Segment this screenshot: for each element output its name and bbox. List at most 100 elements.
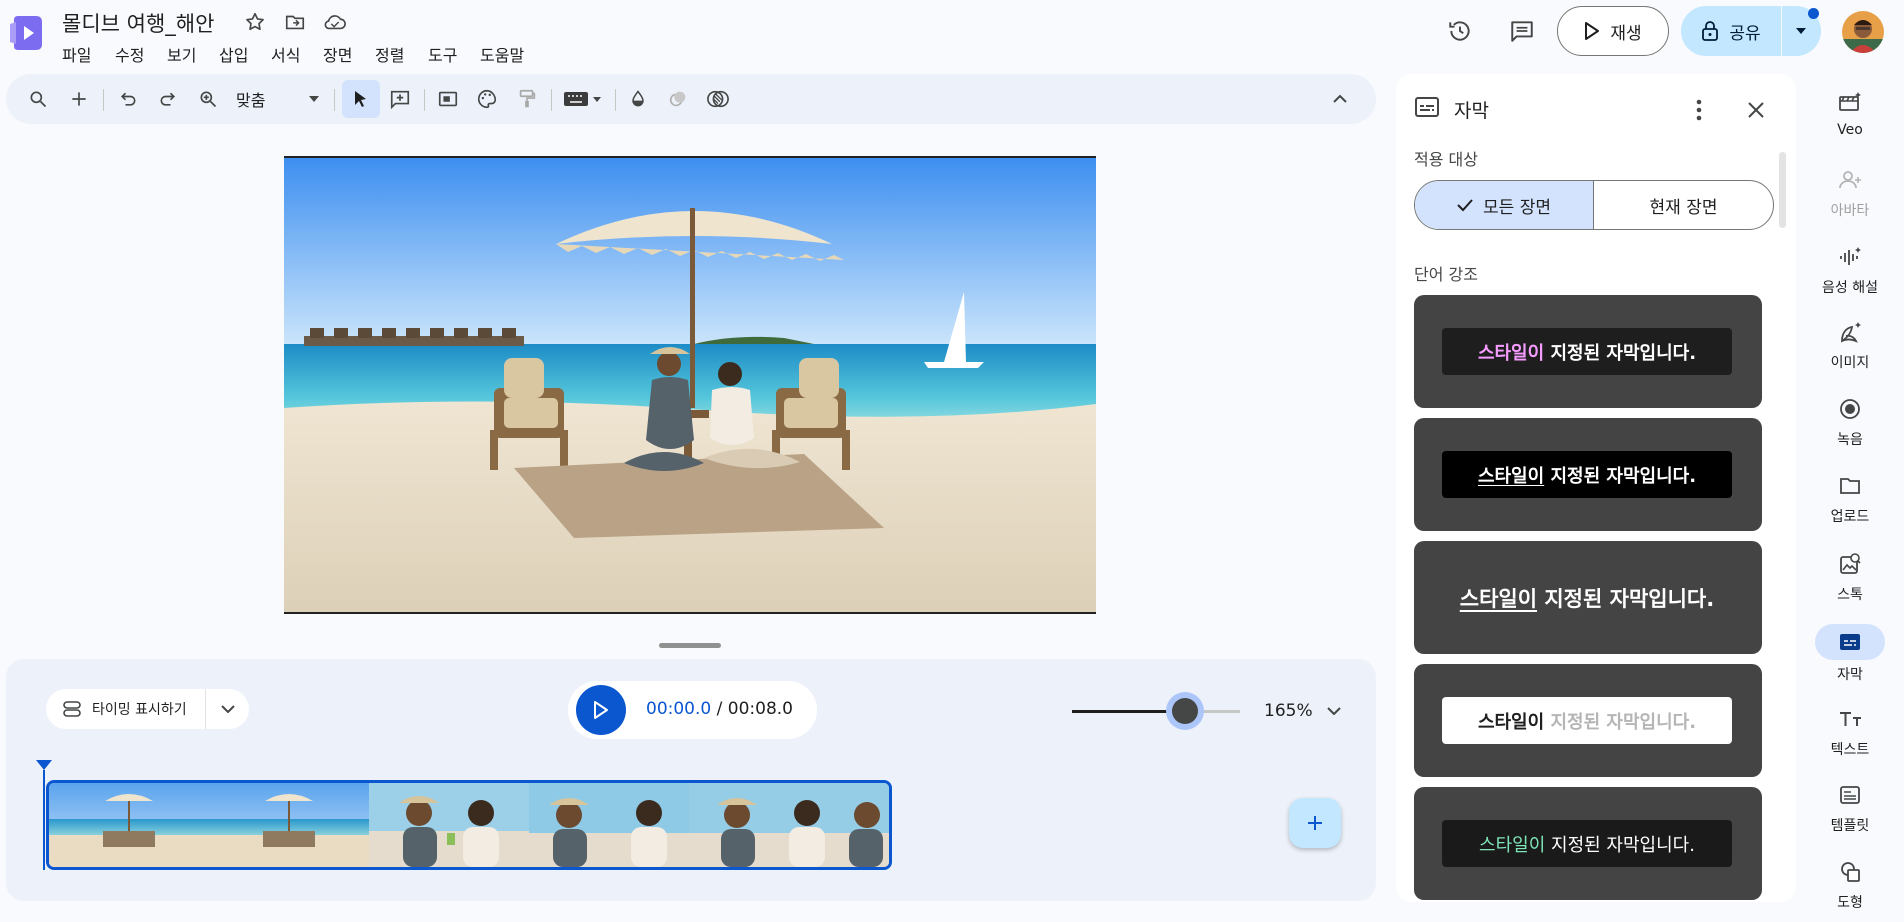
rail-item-veo[interactable]: Veo <box>1815 86 1885 138</box>
fill-color-icon[interactable] <box>620 81 656 117</box>
select-icon <box>355 91 366 107</box>
effects-icon[interactable] <box>700 81 736 117</box>
captions-icon <box>1815 624 1885 660</box>
rail-label: 템플릿 <box>1830 818 1870 834</box>
toolbar-divider <box>103 89 104 111</box>
check-icon <box>1457 199 1473 212</box>
caption-style-option-1[interactable]: 스타일이 지정된 자막입니다. <box>1414 295 1762 408</box>
caption-preview: 스타일이 지정된 자막입니다. <box>1442 697 1732 744</box>
apply-all-scenes-button[interactable]: 모든 장면 <box>1415 181 1594 229</box>
rail-item-text[interactable]: 텍스트 <box>1815 703 1885 759</box>
caption-rest-text: 지정된 자막입니다. <box>1537 586 1715 611</box>
rail-item-templates[interactable]: 템플릿 <box>1815 779 1885 835</box>
text-icon <box>1823 703 1877 735</box>
caption-rest-text: 지정된 자막입니다. <box>1544 342 1697 364</box>
close-icon[interactable] <box>1738 92 1774 128</box>
rail-item-stock[interactable]: 스톡 <box>1815 548 1885 604</box>
menu-view[interactable]: 보기 <box>167 42 196 66</box>
add-comment-icon[interactable] <box>382 81 418 117</box>
rail-item-shapes[interactable]: 도형 <box>1815 856 1885 912</box>
playhead-marker[interactable] <box>36 760 52 770</box>
caption-style-option-5[interactable]: 스타일이 지정된 자막입니다. <box>1414 787 1762 900</box>
rail-label: 이미지 <box>1830 355 1870 371</box>
rail-item-avatar[interactable]: 아바타 <box>1815 164 1885 220</box>
menu-tools[interactable]: 도구 <box>428 42 457 66</box>
playback-control: 00:00.0 / 00:08.0 <box>568 681 817 739</box>
caption-panel-icon <box>1414 96 1440 118</box>
version-history-icon[interactable] <box>1442 13 1478 49</box>
scene-clip[interactable] <box>46 780 892 870</box>
undo-icon[interactable] <box>110 81 146 117</box>
avatar[interactable] <box>1842 11 1884 53</box>
vids-editor: 몰디브 여행_해안 파일 수정 보기 삽입 서식 장면 정렬 도구 도움말 재생… <box>0 0 1904 922</box>
add-scene-button[interactable] <box>1289 798 1341 848</box>
paint-format-icon[interactable] <box>509 81 545 117</box>
apply-current-scene-button[interactable]: 현재 장면 <box>1594 181 1773 229</box>
menu-scene[interactable]: 장면 <box>323 42 352 66</box>
menu-help[interactable]: 도움말 <box>480 42 524 66</box>
caption-preview: 스타일이 지정된 자막입니다. <box>1442 451 1732 498</box>
rail-item-record[interactable]: 녹음 <box>1815 393 1885 449</box>
theme-icon[interactable] <box>469 81 505 117</box>
toolbar-divider <box>551 89 552 111</box>
zoom-in-icon[interactable] <box>190 81 226 117</box>
rail-item-captions[interactable]: 자막 <box>1815 624 1885 684</box>
menu-insert[interactable]: 삽입 <box>219 42 248 66</box>
time-display: 00:00.0 / 00:08.0 <box>646 699 793 719</box>
share-main-button[interactable]: 공유 <box>1681 6 1781 56</box>
zoom-select[interactable]: 맞춤 <box>236 81 326 117</box>
menu-file[interactable]: 파일 <box>62 42 91 66</box>
caption-style-option-3[interactable]: 스타일이 지정된 자막입니다. <box>1414 541 1762 654</box>
panel-scrollbar[interactable] <box>1779 152 1786 228</box>
image-generate-icon <box>1823 316 1877 348</box>
thumb-close-2 <box>529 783 689 867</box>
app-logo-icon[interactable] <box>10 14 44 52</box>
share-button[interactable]: 공유 <box>1681 6 1821 56</box>
scene-preview-image[interactable] <box>284 156 1096 614</box>
add-icon[interactable] <box>61 81 97 117</box>
word-emphasis-label: 단어 강조 <box>1414 265 1478 284</box>
toolbar: 맞춤 <box>6 74 1376 124</box>
rail-item-voiceover[interactable]: 음성 해설 <box>1815 241 1885 297</box>
play-label: 재생 <box>1610 23 1642 44</box>
star-icon[interactable] <box>237 4 273 40</box>
voiceover-icon <box>1823 241 1877 273</box>
timeline-play-button[interactable] <box>576 685 626 735</box>
comments-icon[interactable] <box>1504 13 1540 49</box>
rail-item-upload[interactable]: 업로드 <box>1815 470 1885 526</box>
rail-label: 텍스트 <box>1830 742 1870 758</box>
background-icon[interactable] <box>430 81 466 117</box>
document-title[interactable]: 몰디브 여행_해안 <box>62 8 214 38</box>
timing-toggle-button[interactable]: 타이밍 표시하기 <box>46 689 249 729</box>
thumb-close-1 <box>369 783 529 867</box>
collapse-icon[interactable] <box>1322 81 1358 117</box>
caption-rest-text: 지정된 자막입니다. <box>1545 834 1695 856</box>
toolbar-divider <box>334 89 335 111</box>
zoom-select-value: 맞춤 <box>236 91 266 110</box>
border-color-icon[interactable] <box>660 81 696 117</box>
menu-edit[interactable]: 수정 <box>115 42 144 66</box>
apply-all-label: 모든 장면 <box>1483 197 1551 218</box>
rail-item-image[interactable]: 이미지 <box>1815 316 1885 372</box>
caption-style-option-2[interactable]: 스타일이 지정된 자막입니다. <box>1414 418 1762 531</box>
cloud-saved-icon[interactable] <box>317 4 353 40</box>
more-options-icon[interactable] <box>1681 92 1717 128</box>
keyboard-icon[interactable] <box>558 81 608 117</box>
select-tool-button[interactable] <box>342 80 380 118</box>
search-icon[interactable] <box>20 81 56 117</box>
apply-current-label: 현재 장면 <box>1649 197 1718 218</box>
play-button[interactable]: 재생 <box>1557 6 1669 56</box>
current-time: 00:00.0 <box>646 699 712 719</box>
notification-dot <box>1808 8 1819 19</box>
resize-handle[interactable] <box>659 643 721 648</box>
redo-icon[interactable] <box>150 81 186 117</box>
menu-arrange[interactable]: 정렬 <box>375 42 404 66</box>
timing-dropdown-button[interactable] <box>206 689 249 729</box>
template-icon <box>1823 779 1877 811</box>
dropdown-arrow-icon <box>1796 28 1806 34</box>
menu-format[interactable]: 서식 <box>271 42 300 66</box>
move-folder-icon[interactable] <box>277 4 313 40</box>
zoom-slider-thumb[interactable] <box>1165 692 1204 730</box>
zoom-percent-select[interactable]: 165% <box>1264 701 1341 721</box>
caption-style-option-4[interactable]: 스타일이 지정된 자막입니다. <box>1414 664 1762 777</box>
